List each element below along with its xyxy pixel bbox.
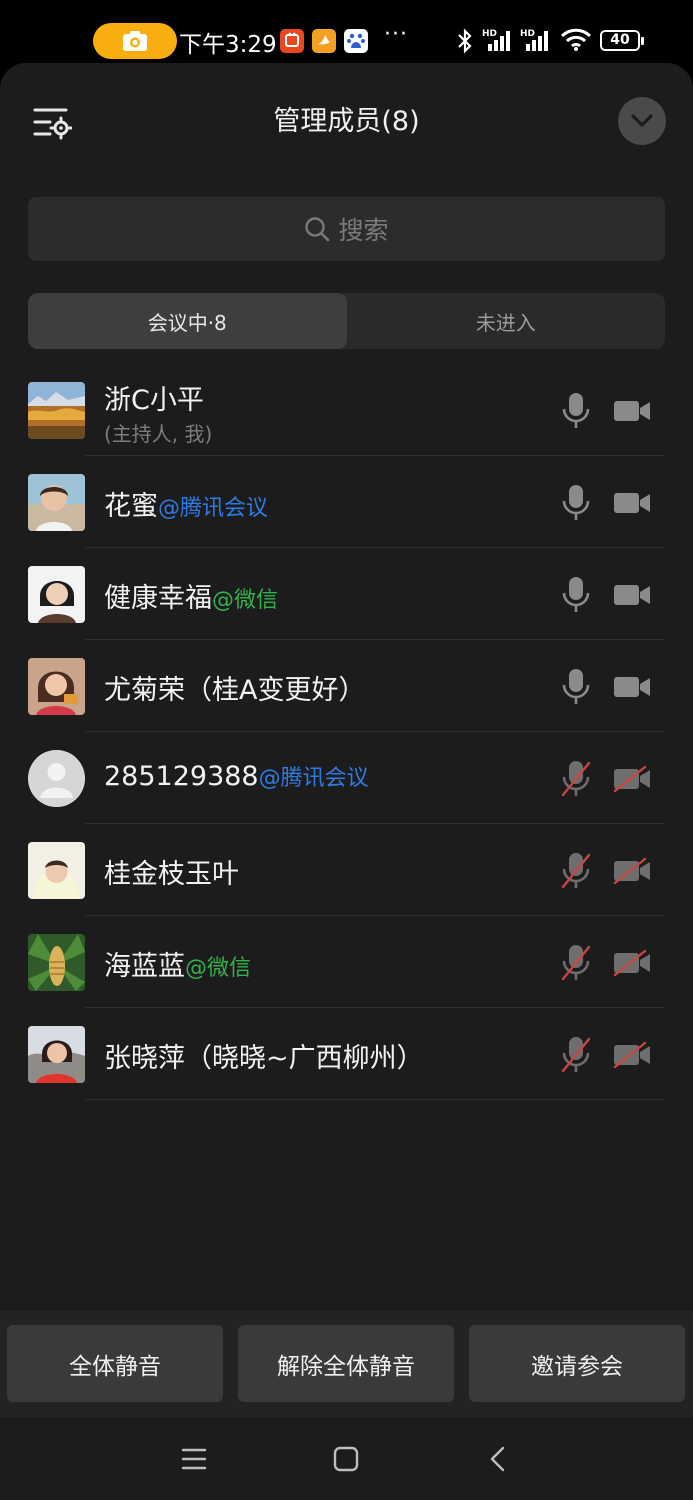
avatar xyxy=(28,934,85,991)
bluetooth-icon xyxy=(458,28,472,54)
member-name: 张晓萍（晓晓~广西柳州） xyxy=(104,1043,424,1074)
member-name: 海蓝蓝@微信 xyxy=(104,951,252,982)
member-name: 花蜜@腾讯会议 xyxy=(104,491,269,522)
back-icon[interactable] xyxy=(480,1441,516,1477)
list-item[interactable]: 花蜜@腾讯会议 xyxy=(0,456,693,548)
member-source-tag: @腾讯会议 xyxy=(258,766,369,791)
search-placeholder: 搜索 xyxy=(338,216,389,245)
unmute-all-button[interactable]: 解除全体静音 xyxy=(238,1325,454,1402)
member-name: 尤菊荣（桂A变更好） xyxy=(104,675,366,706)
video-camera-icon[interactable] xyxy=(613,674,651,700)
member-name: 浙C小平 xyxy=(104,385,204,416)
list-item[interactable]: 浙C小平 (主持人, 我) xyxy=(0,364,693,456)
tab-in-meeting[interactable]: 会议中·8 xyxy=(28,293,347,349)
member-name: 285129388@腾讯会议 xyxy=(104,761,369,792)
microphone-muted-icon[interactable] xyxy=(561,1036,591,1074)
status-time: 下午3:29 xyxy=(179,32,277,58)
svg-text:HD: HD xyxy=(520,29,535,39)
page-title: 管理成员(8) xyxy=(273,106,420,137)
microphone-icon[interactable] xyxy=(561,484,591,522)
list-item[interactable]: 尤菊荣（桂A变更好） xyxy=(0,640,693,732)
member-name: 桂金枝玉叶 xyxy=(104,859,239,890)
chevron-down-icon xyxy=(631,114,653,127)
list-item[interactable]: 285129388@腾讯会议 xyxy=(0,732,693,824)
video-camera-icon[interactable] xyxy=(613,490,651,516)
microphone-icon[interactable] xyxy=(561,668,591,706)
signal-hd-icon: HD xyxy=(520,29,548,51)
camera-icon xyxy=(123,31,147,51)
search-icon xyxy=(305,217,330,242)
member-source-tag: @微信 xyxy=(185,956,252,981)
video-camera-off-icon[interactable] xyxy=(613,766,651,792)
bottom-action-bar: 全体静音 解除全体静音 邀请参会 xyxy=(0,1311,693,1417)
screen-recording-indicator[interactable] xyxy=(93,23,177,59)
microphone-muted-icon[interactable] xyxy=(561,760,591,798)
member-role: (主持人, 我) xyxy=(104,422,213,446)
menu-icon[interactable] xyxy=(176,1441,212,1477)
signal-hd-icon: HD xyxy=(482,29,510,51)
avatar xyxy=(28,1026,85,1083)
avatar xyxy=(28,658,85,715)
tab-not-joined[interactable]: 未进入 xyxy=(347,293,666,349)
app-notification-icon xyxy=(280,29,304,53)
member-list: 浙C小平 (主持人, 我) 花蜜@腾讯会议 健康幸福@微信 尤菊荣（桂A变更好）… xyxy=(0,364,693,1100)
collapse-button[interactable] xyxy=(618,97,666,145)
list-item[interactable]: 健康幸福@微信 xyxy=(0,548,693,640)
baidu-icon xyxy=(344,29,368,53)
invite-button[interactable]: 邀请参会 xyxy=(469,1325,685,1402)
avatar xyxy=(28,750,85,807)
avatar xyxy=(28,566,85,623)
member-name: 健康幸福@微信 xyxy=(104,583,279,614)
more-notifications-icon: ··· xyxy=(384,22,408,47)
list-item[interactable]: 张晓萍（晓晓~广西柳州） xyxy=(0,1008,693,1100)
system-navigation-bar xyxy=(0,1417,693,1500)
member-tabs: 会议中·8 未进入 xyxy=(28,293,665,349)
wifi-icon xyxy=(560,28,592,51)
app-notification-icon xyxy=(312,29,336,53)
svg-text:HD: HD xyxy=(482,29,497,39)
member-source-tag: @腾讯会议 xyxy=(158,496,269,521)
video-camera-icon[interactable] xyxy=(613,582,651,608)
search-input[interactable]: 搜索 xyxy=(28,197,665,261)
video-camera-icon[interactable] xyxy=(613,398,651,424)
list-item[interactable]: 海蓝蓝@微信 xyxy=(0,916,693,1008)
microphone-muted-icon[interactable] xyxy=(561,852,591,890)
microphone-muted-icon[interactable] xyxy=(561,944,591,982)
video-camera-off-icon[interactable] xyxy=(613,950,651,976)
member-source-tag: @微信 xyxy=(212,588,279,613)
mute-all-button[interactable]: 全体静音 xyxy=(7,1325,223,1402)
divider xyxy=(85,1099,665,1100)
avatar xyxy=(28,382,85,439)
video-camera-off-icon[interactable] xyxy=(613,1042,651,1068)
battery-indicator: 40 xyxy=(600,30,644,51)
avatar xyxy=(28,842,85,899)
list-item[interactable]: 桂金枝玉叶 xyxy=(0,824,693,916)
home-icon[interactable] xyxy=(328,1441,364,1477)
video-camera-off-icon[interactable] xyxy=(613,858,651,884)
microphone-icon[interactable] xyxy=(561,576,591,614)
microphone-icon[interactable] xyxy=(561,392,591,430)
avatar xyxy=(28,474,85,531)
